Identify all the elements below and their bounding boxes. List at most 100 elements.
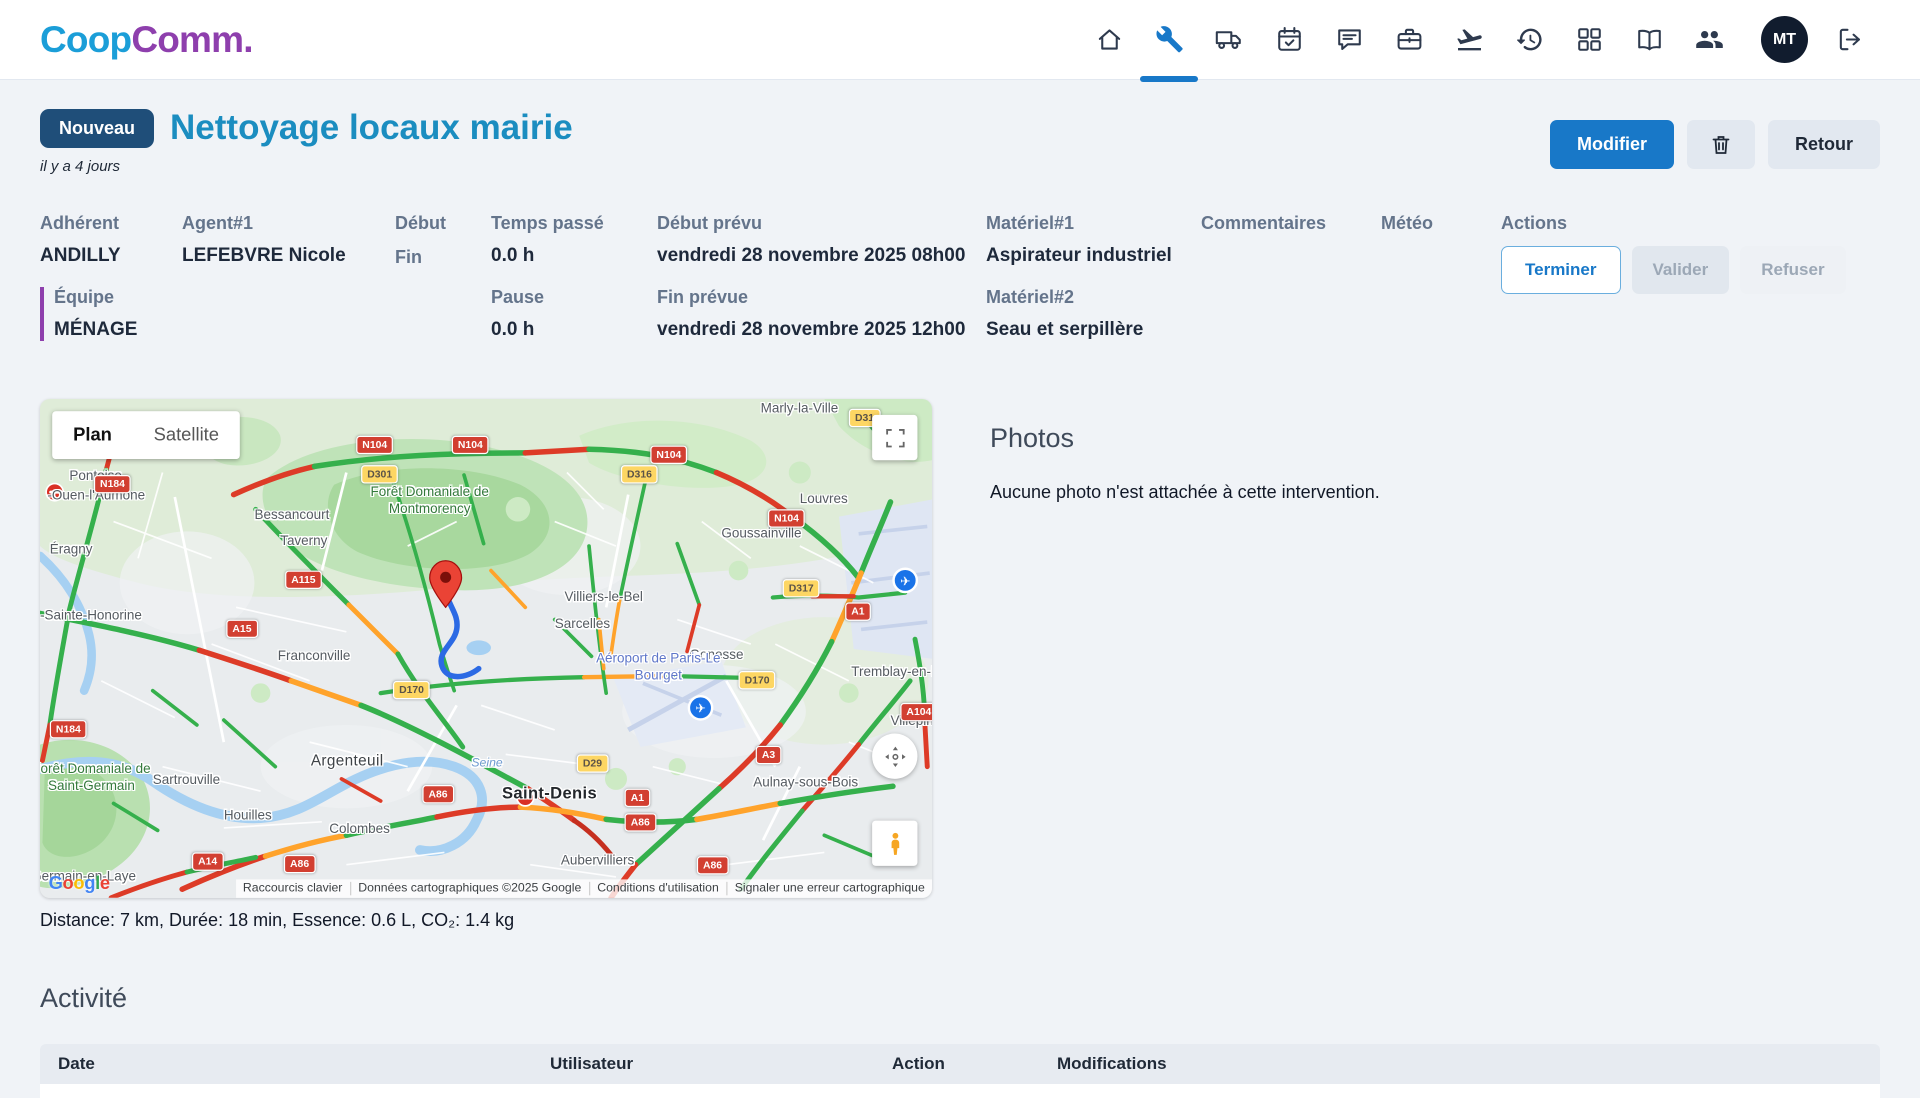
fin-prevue-value: vendredi 28 novembre 2025 12h00 bbox=[657, 319, 986, 341]
map-canvas[interactable]: ✈ ✈ bbox=[40, 399, 932, 898]
equipe-value: MÉNAGE bbox=[54, 319, 182, 341]
pause-label: Pause bbox=[491, 287, 657, 308]
col-dates-prevues: Début prévu vendredi 28 novembre 2025 08… bbox=[657, 213, 986, 361]
header-buttons: Modifier Retour bbox=[1550, 120, 1880, 169]
nav-interventions[interactable] bbox=[1139, 0, 1199, 79]
map-satellite-button[interactable]: Satellite bbox=[133, 411, 240, 459]
time-ago: il y a 4 jours bbox=[40, 158, 573, 175]
materiel1-label: Matériel#1 bbox=[986, 213, 1201, 234]
home-icon bbox=[1095, 25, 1124, 54]
nav-logout[interactable] bbox=[1820, 0, 1880, 79]
debut-prevu-label: Début prévu bbox=[657, 213, 986, 234]
app-logo[interactable]: CoopComm. bbox=[40, 19, 253, 61]
svg-text:✈: ✈ bbox=[695, 702, 705, 716]
users-icon bbox=[1695, 25, 1724, 54]
pegman-icon bbox=[881, 830, 908, 857]
column-action: Action bbox=[892, 1054, 1057, 1074]
map-type-control: Plan Satellite bbox=[52, 411, 240, 459]
fullscreen-button[interactable] bbox=[872, 415, 917, 460]
activity-table-header: Date Utilisateur Action Modifications bbox=[40, 1044, 1880, 1084]
materiel2-value: Seau et serpillère bbox=[986, 319, 1201, 341]
materiel1-value: Aspirateur industriel bbox=[986, 245, 1201, 267]
activity-table-body bbox=[40, 1084, 1880, 1098]
route-stats: Distance: 7 km, Durée: 18 min, Essence: … bbox=[40, 910, 932, 931]
user-avatar[interactable]: MT bbox=[1761, 16, 1808, 63]
commentaires-label: Commentaires bbox=[1201, 213, 1381, 234]
col-meteo: Météo bbox=[1381, 213, 1501, 234]
nav-toolbox[interactable] bbox=[1379, 0, 1439, 79]
pegman-button[interactable] bbox=[872, 821, 917, 866]
terminer-button[interactable]: Terminer bbox=[1501, 246, 1621, 294]
nav-travel[interactable] bbox=[1439, 0, 1499, 79]
google-logo: Google bbox=[49, 873, 110, 894]
refuser-button[interactable]: Refuser bbox=[1740, 246, 1845, 294]
temps-value: 0.0 h bbox=[491, 245, 657, 267]
col-adherent: Adhérent ANDILLY Équipe MÉNAGE bbox=[40, 213, 182, 361]
photos-section: Photos Aucune photo n'est attachée à cet… bbox=[990, 399, 1380, 931]
valider-button[interactable]: Valider bbox=[1632, 246, 1730, 294]
logout-icon bbox=[1836, 25, 1865, 54]
main-content: Nouveau Nettoyage locaux mairie il y a 4… bbox=[0, 80, 1920, 1098]
page-header: Nouveau Nettoyage locaux mairie il y a 4… bbox=[40, 108, 1880, 175]
nav-history[interactable] bbox=[1499, 0, 1559, 79]
nav-apps[interactable] bbox=[1559, 0, 1619, 79]
activity-title: Activité bbox=[40, 983, 1880, 1014]
logo-part-comm: Comm bbox=[131, 19, 243, 60]
grid-icon bbox=[1575, 25, 1604, 54]
pause-value: 0.0 h bbox=[491, 319, 657, 341]
back-button[interactable]: Retour bbox=[1768, 120, 1880, 169]
equipe-block: Équipe MÉNAGE bbox=[40, 287, 182, 341]
wrench-icon bbox=[1155, 25, 1184, 54]
map-plan-button[interactable]: Plan bbox=[52, 411, 133, 459]
history-icon bbox=[1515, 25, 1544, 54]
nav-documentation[interactable] bbox=[1619, 0, 1679, 79]
actions-label: Actions bbox=[1501, 213, 1880, 234]
photos-title: Photos bbox=[990, 423, 1380, 454]
vehicle-icon bbox=[1215, 25, 1244, 54]
map-and-photos: ✈ ✈ Marly-la-VillePontoise-Ouen-l'Aumône… bbox=[40, 399, 1880, 931]
map-data-text: Données cartographiques ©2025 Google bbox=[350, 882, 589, 895]
status-badge: Nouveau bbox=[40, 109, 154, 148]
equipe-label: Équipe bbox=[54, 287, 182, 308]
activity-section: Activité Date Utilisateur Action Modific… bbox=[40, 983, 1880, 1098]
materiel2-label: Matériel#2 bbox=[986, 287, 1201, 308]
page-title: Nettoyage locaux mairie bbox=[170, 108, 573, 148]
nav-home[interactable] bbox=[1079, 0, 1139, 79]
report-error-link[interactable]: Signaler une erreur cartographique bbox=[726, 882, 932, 895]
col-materiel: Matériel#1 Aspirateur industriel Matérie… bbox=[986, 213, 1201, 361]
fullscreen-icon bbox=[884, 427, 906, 449]
logo-dot: . bbox=[243, 19, 252, 60]
nav-messages[interactable] bbox=[1319, 0, 1379, 79]
col-debut-fin: Début Fin bbox=[395, 213, 491, 268]
delete-button[interactable] bbox=[1687, 120, 1755, 169]
column-utilisateur: Utilisateur bbox=[550, 1054, 892, 1074]
keyboard-shortcuts-link[interactable]: Raccourcis clavier bbox=[236, 882, 350, 895]
debut-label: Début bbox=[395, 213, 491, 234]
photos-empty-text: Aucune photo n'est attachée à cette inte… bbox=[990, 482, 1380, 503]
col-agent: Agent#1 LEFEBVRE Nicole bbox=[182, 213, 395, 287]
logo-part-coop: Coop bbox=[40, 19, 131, 60]
nav-members[interactable] bbox=[1679, 0, 1739, 79]
agent-label: Agent#1 bbox=[182, 213, 395, 234]
map[interactable]: ✈ ✈ Marly-la-VillePontoise-Ouen-l'Aumône… bbox=[40, 399, 932, 898]
intervention-info: Adhérent ANDILLY Équipe MÉNAGE Agent#1 L… bbox=[40, 213, 1880, 361]
modify-button[interactable]: Modifier bbox=[1550, 120, 1674, 169]
terms-link[interactable]: Conditions d'utilisation bbox=[589, 882, 727, 895]
top-navbar: CoopComm. bbox=[0, 0, 1920, 80]
fin-prevue-label: Fin prévue bbox=[657, 287, 986, 308]
toolbox-icon bbox=[1395, 25, 1424, 54]
navbar-icons: MT bbox=[1079, 0, 1880, 79]
nav-planning[interactable] bbox=[1259, 0, 1319, 79]
nav-vehicles[interactable] bbox=[1199, 0, 1259, 79]
pan-control-button[interactable] bbox=[872, 734, 917, 779]
adherent-value: ANDILLY bbox=[40, 245, 182, 267]
col-actions: Actions Terminer Valider Refuser bbox=[1501, 213, 1880, 294]
book-icon bbox=[1635, 25, 1664, 54]
plane-icon bbox=[1455, 25, 1484, 54]
debut-prevu-value: vendredi 28 novembre 2025 08h00 bbox=[657, 245, 986, 267]
adherent-label: Adhérent bbox=[40, 213, 182, 234]
col-temps: Temps passé 0.0 h Pause 0.0 h bbox=[491, 213, 657, 361]
fin-label: Fin bbox=[395, 247, 491, 268]
column-modifications: Modifications bbox=[1057, 1054, 1862, 1074]
temps-label: Temps passé bbox=[491, 213, 657, 234]
